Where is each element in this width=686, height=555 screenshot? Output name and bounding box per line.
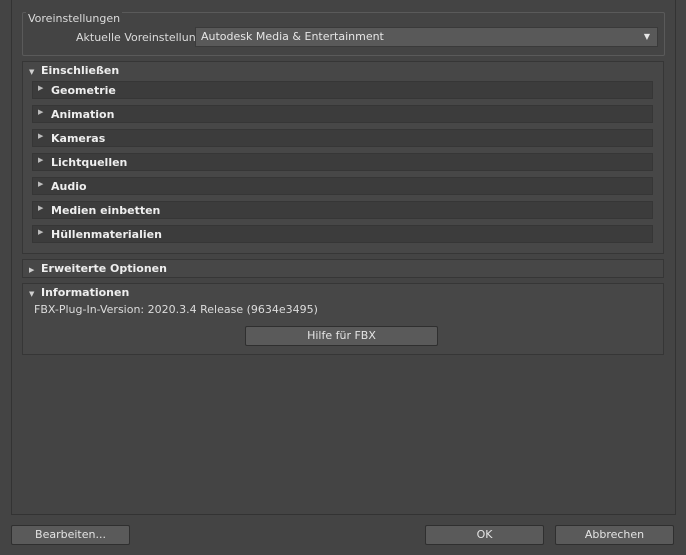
collapsed-triangle-icon: ▶ — [38, 228, 44, 236]
advanced-options-title: Erweiterte Optionen — [41, 262, 167, 275]
current-preset-dropdown[interactable]: Autodesk Media & Entertainment ▼ — [195, 27, 658, 47]
current-preset-value: Autodesk Media & Entertainment — [201, 30, 384, 43]
include-item-label: Hüllenmaterialien — [51, 228, 162, 241]
fbx-help-button[interactable]: Hilfe für FBX — [245, 326, 438, 346]
dropdown-arrow-icon: ▼ — [643, 32, 650, 41]
plugin-version-text: FBX-Plug-In-Version: 2020.3.4 Release (9… — [34, 303, 318, 316]
information-title: Informationen — [41, 286, 130, 299]
include-item-label: Kameras — [51, 132, 106, 145]
include-item-label: Animation — [51, 108, 115, 121]
ok-button[interactable]: OK — [425, 525, 544, 545]
expanded-triangle-icon: ▼ — [29, 68, 35, 76]
collapsed-triangle-icon: ▶ — [38, 204, 44, 212]
include-item-label: Geometrie — [51, 84, 116, 97]
collapsed-triangle-icon: ▶ — [38, 132, 44, 140]
information-header[interactable]: ▼ Informationen — [29, 286, 129, 299]
include-item-label: Lichtquellen — [51, 156, 128, 169]
collapsed-triangle-icon: ▶ — [38, 84, 44, 92]
current-preset-label: Aktuelle Voreinstellung: — [76, 31, 207, 44]
include-item-geometry[interactable]: ▶ Geometrie — [32, 81, 653, 99]
advanced-options-rollout[interactable]: ▶ Erweiterte Optionen — [22, 259, 664, 278]
advanced-options-header[interactable]: ▶ Erweiterte Optionen — [29, 262, 167, 275]
edit-button[interactable]: Bearbeiten... — [11, 525, 130, 545]
include-item-label: Audio — [51, 180, 87, 193]
include-item-lights[interactable]: ▶ Lichtquellen — [32, 153, 653, 171]
include-item-cameras[interactable]: ▶ Kameras — [32, 129, 653, 147]
expanded-triangle-icon: ▼ — [29, 290, 35, 298]
include-rollout-title: Einschließen — [41, 64, 120, 77]
include-rollout-header[interactable]: ▼ Einschließen — [29, 64, 119, 77]
include-item-hull-materials[interactable]: ▶ Hüllenmaterialien — [32, 225, 653, 243]
cancel-button[interactable]: Abbrechen — [555, 525, 674, 545]
include-item-audio[interactable]: ▶ Audio — [32, 177, 653, 195]
collapsed-triangle-icon: ▶ — [29, 266, 35, 274]
include-item-label: Medien einbetten — [51, 204, 161, 217]
collapsed-triangle-icon: ▶ — [38, 180, 44, 188]
presets-group-title: Voreinstellungen — [26, 12, 123, 25]
include-item-animation[interactable]: ▶ Animation — [32, 105, 653, 123]
collapsed-triangle-icon: ▶ — [38, 156, 44, 164]
include-item-embed-media[interactable]: ▶ Medien einbetten — [32, 201, 653, 219]
collapsed-triangle-icon: ▶ — [38, 108, 44, 116]
